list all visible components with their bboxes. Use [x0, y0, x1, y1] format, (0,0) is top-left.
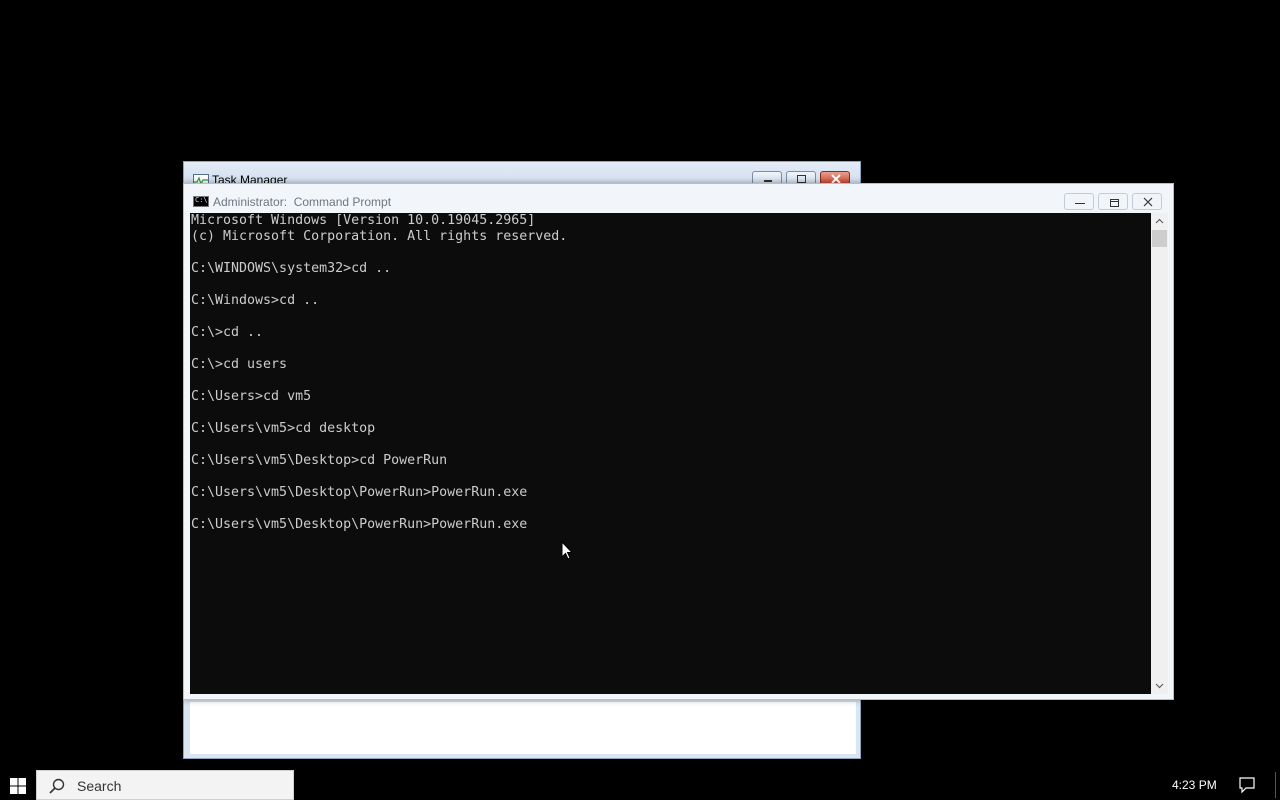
task-manager-titlebar[interactable]: Task Manager: [184, 162, 860, 187]
command-prompt-window[interactable]: C:\ Administrator: Command Prompt Micros…: [183, 183, 1174, 700]
scroll-down-button[interactable]: [1151, 677, 1168, 694]
scroll-thumb[interactable]: [1152, 230, 1167, 247]
console-text: Microsoft Windows [Version 10.0.19045.29…: [191, 213, 567, 533]
command-prompt-icon: C:\: [193, 196, 209, 207]
chevron-down-icon: [1155, 683, 1164, 689]
maximize-button[interactable]: [1098, 193, 1128, 210]
console-line: (c) Microsoft Corporation. All rights re…: [191, 229, 568, 244]
taskbar: Search 4:23 PM: [0, 770, 1280, 800]
console-line: C:\Users\vm5\Desktop\PowerRun>PowerRun.e…: [191, 517, 528, 532]
close-icon: [1143, 197, 1153, 207]
taskbar-search-box[interactable]: Search: [36, 770, 294, 800]
search-icon: [49, 778, 65, 794]
chevron-up-icon: [1155, 218, 1164, 224]
search-placeholder: Search: [77, 778, 122, 794]
task-manager-content: [190, 702, 856, 754]
console-line: C:\Windows>cd ..: [191, 293, 320, 308]
console-line: C:\Users\vm5\Desktop>cd PowerRun: [191, 453, 448, 468]
command-prompt-titlebar[interactable]: C:\ Administrator: Command Prompt: [184, 184, 1173, 214]
close-button[interactable]: [1132, 193, 1162, 210]
console-line: C:\>cd users: [191, 357, 288, 372]
command-prompt-icon-label: C:\: [195, 196, 208, 204]
notification-center-icon[interactable]: [1238, 776, 1256, 794]
console-line: C:\Users>cd vm5: [191, 389, 312, 404]
scroll-up-button[interactable]: [1151, 213, 1168, 230]
console-line: C:\Users\vm5>cd desktop: [191, 421, 376, 436]
show-desktop-button[interactable]: [1275, 772, 1276, 798]
taskbar-clock[interactable]: 4:23 PM: [1172, 778, 1217, 792]
console-line: C:\Users\vm5\Desktop\PowerRun>PowerRun.e…: [191, 485, 528, 500]
windows-logo-icon: [10, 778, 26, 794]
mouse-cursor-icon: [561, 541, 573, 560]
minimize-icon: [1075, 203, 1085, 204]
vertical-scrollbar[interactable]: [1151, 213, 1168, 694]
start-button[interactable]: [0, 770, 36, 800]
console-output[interactable]: Microsoft Windows [Version 10.0.19045.29…: [190, 213, 1151, 694]
console-line: C:\WINDOWS\system32>cd ..: [191, 261, 392, 276]
restore-icon: [1110, 199, 1119, 207]
command-prompt-title: Administrator: Command Prompt: [213, 195, 392, 209]
console-line: Microsoft Windows [Version 10.0.19045.29…: [191, 213, 536, 228]
minimize-button[interactable]: [1064, 193, 1094, 210]
console-line: C:\>cd ..: [191, 325, 264, 340]
